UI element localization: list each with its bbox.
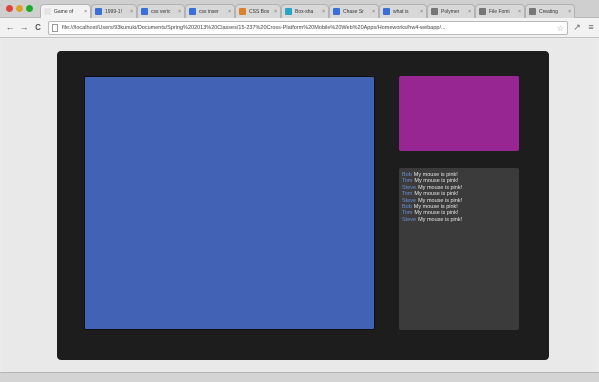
log-sender: Bob <box>402 204 412 211</box>
log-sender: Tom <box>402 210 413 217</box>
tab-close-icon[interactable]: × <box>568 9 571 15</box>
extension-icon[interactable]: ↗ <box>571 21 583 34</box>
favicon-icon <box>95 8 102 15</box>
browser-tab[interactable]: css veric × <box>137 4 185 18</box>
browser-tab[interactable]: Creating × <box>525 4 575 18</box>
tab-title: 1999-1! <box>105 8 122 15</box>
back-button[interactable]: ← <box>4 21 16 34</box>
tab-title: css veric <box>151 8 171 15</box>
tab-title: Box-sha <box>295 8 314 15</box>
favicon-icon <box>333 8 340 15</box>
tab-close-icon[interactable]: × <box>468 9 471 15</box>
favicon-icon <box>189 8 196 15</box>
favicon-icon <box>383 8 390 15</box>
favicon-icon <box>479 8 486 15</box>
bookmark-star-icon[interactable]: ☆ <box>557 24 564 33</box>
log-message: My mouse is pink! <box>418 184 463 191</box>
maximize-window-button[interactable] <box>26 5 33 12</box>
tab-close-icon[interactable]: × <box>274 9 277 15</box>
browser-tab[interactable]: Polymer × <box>427 4 475 18</box>
favicon-icon <box>431 8 438 15</box>
address-url[interactable]: file:///localhost/Users/93kunuki/Documen… <box>62 25 557 31</box>
tab-title: Chase Sr <box>343 8 364 15</box>
menu-icon[interactable]: ≡ <box>585 21 597 34</box>
tab-title: what is <box>393 8 409 15</box>
forward-button[interactable]: → <box>18 21 30 34</box>
tab-title: Polymer <box>441 8 460 15</box>
browser-tab[interactable]: Game of × <box>40 4 91 18</box>
browser-toolbar: ← → C file:///localhost/Users/93kunuki/D… <box>0 18 599 38</box>
log-sender: Tom <box>402 191 413 198</box>
tab-close-icon[interactable]: × <box>178 9 181 15</box>
log-message: My mouse is pink! <box>413 172 458 178</box>
log-entry: Steve My mouse is pink! <box>402 217 516 223</box>
message-log: Bob My mouse is pink! Tom My mouse is pink!… <box>399 168 519 330</box>
favicon-icon <box>529 8 536 15</box>
tab-close-icon[interactable]: × <box>518 9 521 15</box>
close-window-button[interactable] <box>6 5 13 12</box>
favicon-icon <box>141 8 148 15</box>
log-message: My mouse is pink! <box>414 210 459 217</box>
favicon-icon <box>44 8 51 15</box>
tab-title: Creating <box>539 8 558 15</box>
browser-tab[interactable]: File Fomi × <box>475 4 525 18</box>
log-message: My mouse is pink! <box>418 216 463 223</box>
browser-tab[interactable]: what is × <box>379 4 427 18</box>
tab-title: Game of <box>54 8 74 15</box>
tab-title: File Fomi <box>489 8 510 15</box>
address-bar[interactable]: file:///localhost/Users/93kunuki/Documen… <box>48 21 568 35</box>
tab-title: css inser <box>199 8 219 15</box>
page-icon <box>52 24 58 32</box>
browser-tab[interactable]: 1999-1! × <box>91 4 137 18</box>
tab-close-icon[interactable]: × <box>420 9 423 15</box>
browser-tab[interactable]: CSS Box × <box>235 4 281 18</box>
color-swatch[interactable] <box>399 76 519 151</box>
browser-tab[interactable]: css inser × <box>185 4 235 18</box>
tab-close-icon[interactable]: × <box>84 9 87 15</box>
tab-title: CSS Box <box>249 8 270 15</box>
log-sender: Tom <box>402 178 413 185</box>
tab-close-icon[interactable]: × <box>130 9 133 15</box>
status-bar <box>0 372 599 382</box>
log-message: My mouse is pink! <box>414 178 459 185</box>
browser-tab[interactable]: Chase Sr × <box>329 4 379 18</box>
drawing-canvas[interactable] <box>84 76 375 330</box>
tab-close-icon[interactable]: × <box>322 9 325 15</box>
favicon-icon <box>285 8 292 15</box>
log-sender: Steve <box>402 184 417 191</box>
browser-window: Game of × 1999-1! × css veric × css inser × CSS … <box>0 0 599 382</box>
page-viewport: Bob My mouse is pink! Tom My mouse is pink!… <box>2 39 597 372</box>
tab-strip: Game of × 1999-1! × css veric × css inser × CSS … <box>0 0 599 18</box>
log-sender: Steve <box>402 197 417 204</box>
log-message: My mouse is pink! <box>413 204 458 211</box>
log-message: My mouse is pink! <box>418 197 463 204</box>
log-sender: Steve <box>402 216 417 223</box>
log-sender: Bob <box>402 172 412 178</box>
app-frame: Bob My mouse is pink! Tom My mouse is pink!… <box>57 51 549 360</box>
browser-tab[interactable]: Box-sha × <box>281 4 329 18</box>
tab-close-icon[interactable]: × <box>228 9 231 15</box>
log-message: My mouse is pink! <box>414 191 459 198</box>
minimize-window-button[interactable] <box>16 5 23 12</box>
favicon-icon <box>239 8 246 15</box>
reload-button[interactable]: C <box>32 21 44 34</box>
tab-close-icon[interactable]: × <box>372 9 375 15</box>
